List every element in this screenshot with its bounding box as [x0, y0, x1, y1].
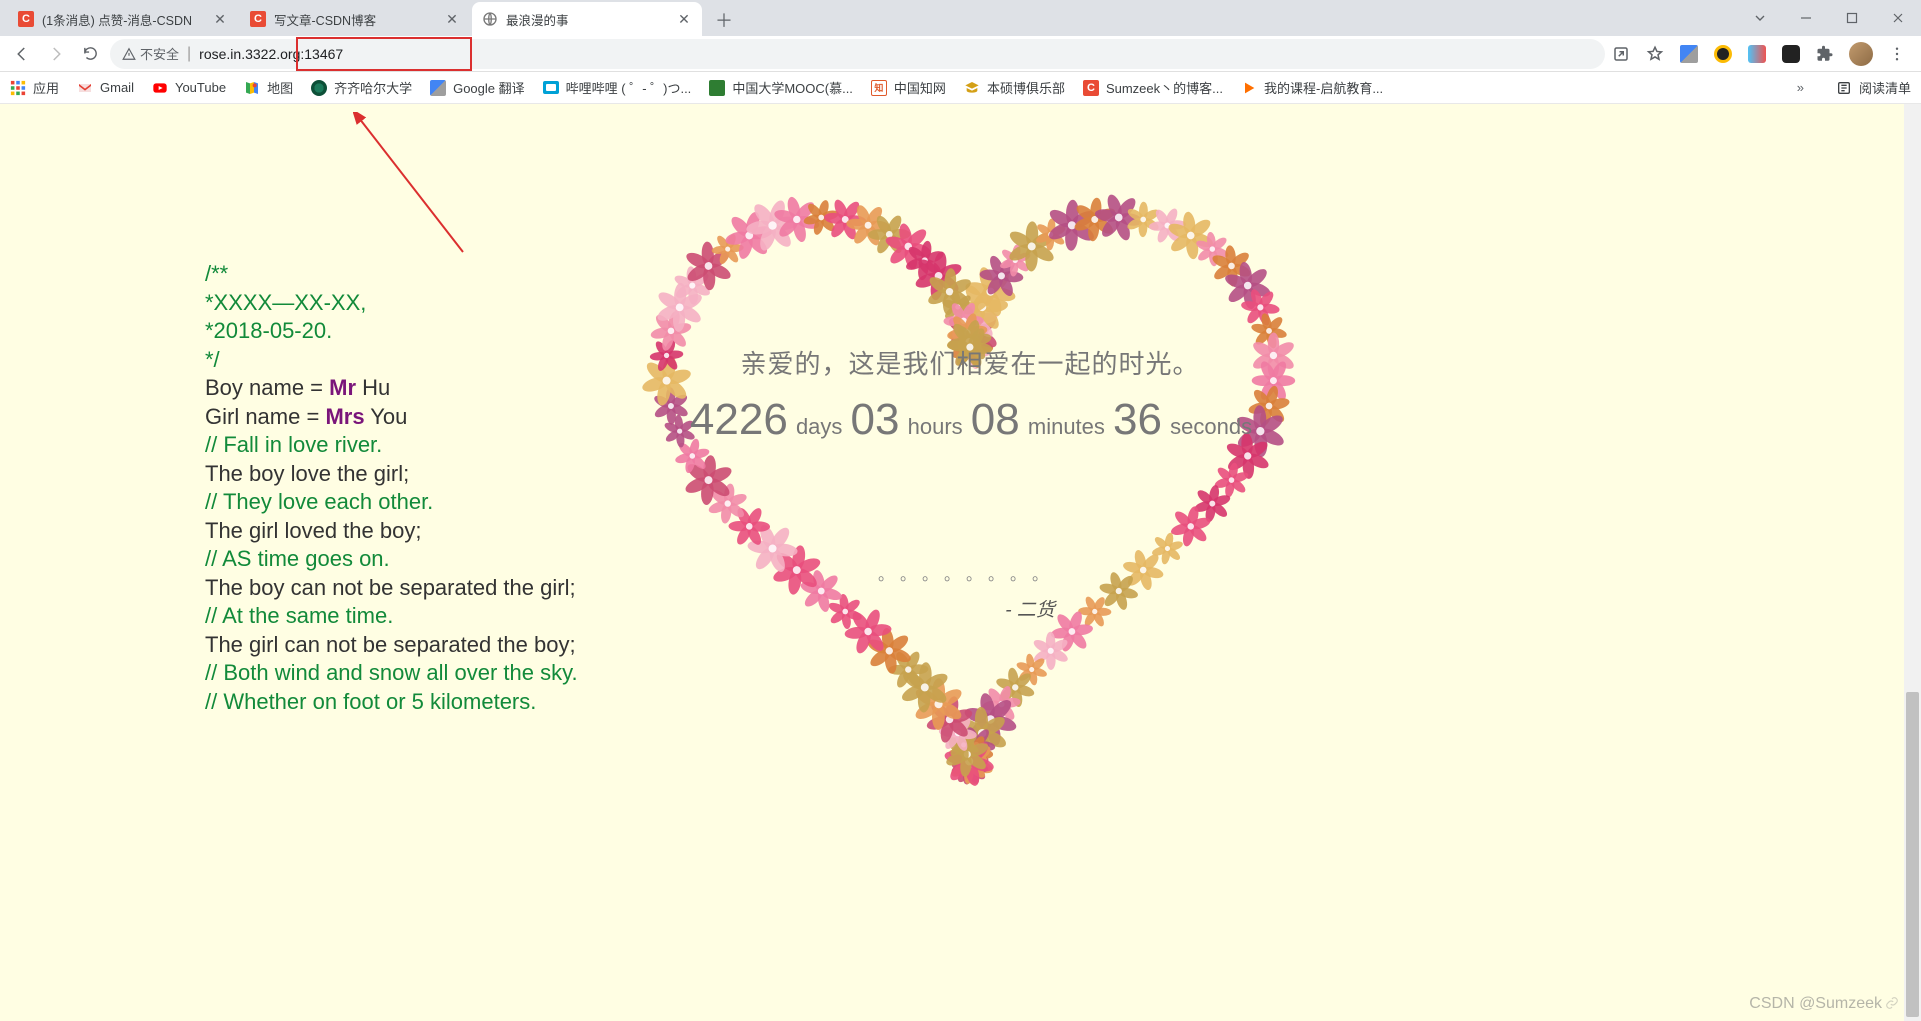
ellipsis-dots: 。。。。。。。。: [660, 561, 1280, 585]
cnki-icon: 知: [871, 80, 887, 96]
love-code-block: /** *XXXX—XX-XX, *2018-05-20. */ Boy nam…: [205, 260, 655, 716]
maximize-button[interactable]: [1829, 0, 1875, 36]
close-icon[interactable]: ✕: [212, 11, 228, 27]
bookmark-sumzeek[interactable]: CSumzeek丶的博客...: [1083, 78, 1223, 97]
extension-icon[interactable]: [1781, 44, 1801, 64]
reload-button[interactable]: [76, 40, 104, 68]
window-controls: [1737, 0, 1921, 36]
tab-csdn-messages[interactable]: C (1条消息) 点赞-消息-CSDN ✕: [8, 2, 238, 36]
chevron-down-icon[interactable]: [1737, 0, 1783, 36]
bookmarks-overflow[interactable]: »: [1797, 80, 1804, 95]
bookmark-club[interactable]: 本硕博俱乐部: [964, 78, 1065, 97]
bookmark-translate[interactable]: Google 翻译: [430, 78, 525, 97]
translate-icon: [430, 80, 446, 96]
youtube-icon: [152, 80, 168, 96]
bookmark-apps[interactable]: 应用: [10, 78, 59, 97]
love-headline: 亲爱的，这是我们相爱在一起的时光。: [660, 344, 1280, 381]
minimize-button[interactable]: [1783, 0, 1829, 36]
bookmark-bilibili[interactable]: 哔哩哔哩 ( ゜- ゜)つ...: [543, 78, 692, 97]
vertical-scrollbar[interactable]: [1904, 104, 1921, 1021]
reading-list-icon: [1836, 80, 1852, 96]
profile-avatar[interactable]: [1849, 42, 1873, 66]
bookmark-gmail[interactable]: Gmail: [77, 80, 134, 96]
tab-title: (1条消息) 点赞-消息-CSDN: [42, 10, 206, 29]
translate-icon[interactable]: [1679, 44, 1699, 64]
close-window-button[interactable]: [1875, 0, 1921, 36]
apps-icon: [10, 80, 26, 96]
url-text: rose.in.3322.org:13467: [199, 46, 343, 62]
extension-icon[interactable]: [1747, 44, 1767, 64]
tab-title: 写文章-CSDN博客: [274, 10, 438, 29]
maps-icon: [244, 80, 260, 96]
new-tab-button[interactable]: ＋: [710, 6, 738, 34]
bilibili-icon: [543, 80, 559, 96]
annotation-arrow: [353, 112, 473, 262]
back-button[interactable]: [8, 40, 36, 68]
scrollbar-thumb[interactable]: [1906, 692, 1919, 1017]
signature: - 二货: [660, 595, 1280, 622]
university-icon: [311, 80, 327, 96]
share-icon[interactable]: [1611, 44, 1631, 64]
tab-romantic[interactable]: 最浪漫的事 ✕: [472, 2, 702, 36]
address-bar: 不安全 | rose.in.3322.org:13467: [0, 36, 1921, 72]
tab-title: 最浪漫的事: [506, 10, 670, 29]
globe-icon: [482, 11, 498, 27]
tab-csdn-write[interactable]: C 写文章-CSDN博客 ✕: [240, 2, 470, 36]
not-secure-warning: 不安全: [122, 44, 179, 63]
csdn-favicon: C: [18, 11, 34, 27]
extension-icon[interactable]: [1713, 44, 1733, 64]
play-icon: [1241, 80, 1257, 96]
graduation-icon: [964, 80, 980, 96]
bookmark-star-icon[interactable]: [1645, 44, 1665, 64]
csdn-icon: C: [1083, 80, 1099, 96]
reading-list-button[interactable]: 阅读清单: [1836, 78, 1911, 97]
bookmark-cnki[interactable]: 知中国知网: [871, 78, 946, 97]
bookmark-qihang[interactable]: 我的课程-启航教育...: [1241, 78, 1383, 97]
extensions-puzzle-icon[interactable]: [1815, 44, 1835, 64]
heart-text: 亲爱的，这是我们相爱在一起的时光。 4226 days 03 hours 08 …: [660, 344, 1280, 622]
url-input[interactable]: 不安全 | rose.in.3322.org:13467: [110, 39, 1605, 69]
love-timer: 4226 days 03 hours 08 minutes 36 seconds: [660, 395, 1280, 445]
close-icon[interactable]: ✕: [444, 11, 460, 27]
bookmark-maps[interactable]: 地图: [244, 78, 293, 97]
csdn-favicon: C: [250, 11, 266, 27]
bookmark-youtube[interactable]: YouTube: [152, 80, 226, 96]
bookmark-mooc[interactable]: 中国大学MOOC(慕...: [709, 78, 853, 97]
forward-button[interactable]: [42, 40, 70, 68]
link-icon: [1885, 996, 1899, 1010]
bookmark-qqhe[interactable]: 齐齐哈尔大学: [311, 78, 412, 97]
close-icon[interactable]: ✕: [676, 11, 692, 27]
csdn-watermark: CSDN @Sumzeek: [1749, 995, 1899, 1013]
tab-bar: C (1条消息) 点赞-消息-CSDN ✕ C 写文章-CSDN博客 ✕ 最浪漫…: [0, 0, 1921, 36]
mooc-icon: [709, 80, 725, 96]
menu-dots-icon[interactable]: [1887, 44, 1907, 64]
page-content: /** *XXXX—XX-XX, *2018-05-20. */ Boy nam…: [0, 104, 1921, 1021]
gmail-icon: [77, 80, 93, 96]
bookmarks-bar: 应用 Gmail YouTube 地图 齐齐哈尔大学 Google 翻译 哔哩哔…: [0, 72, 1921, 104]
